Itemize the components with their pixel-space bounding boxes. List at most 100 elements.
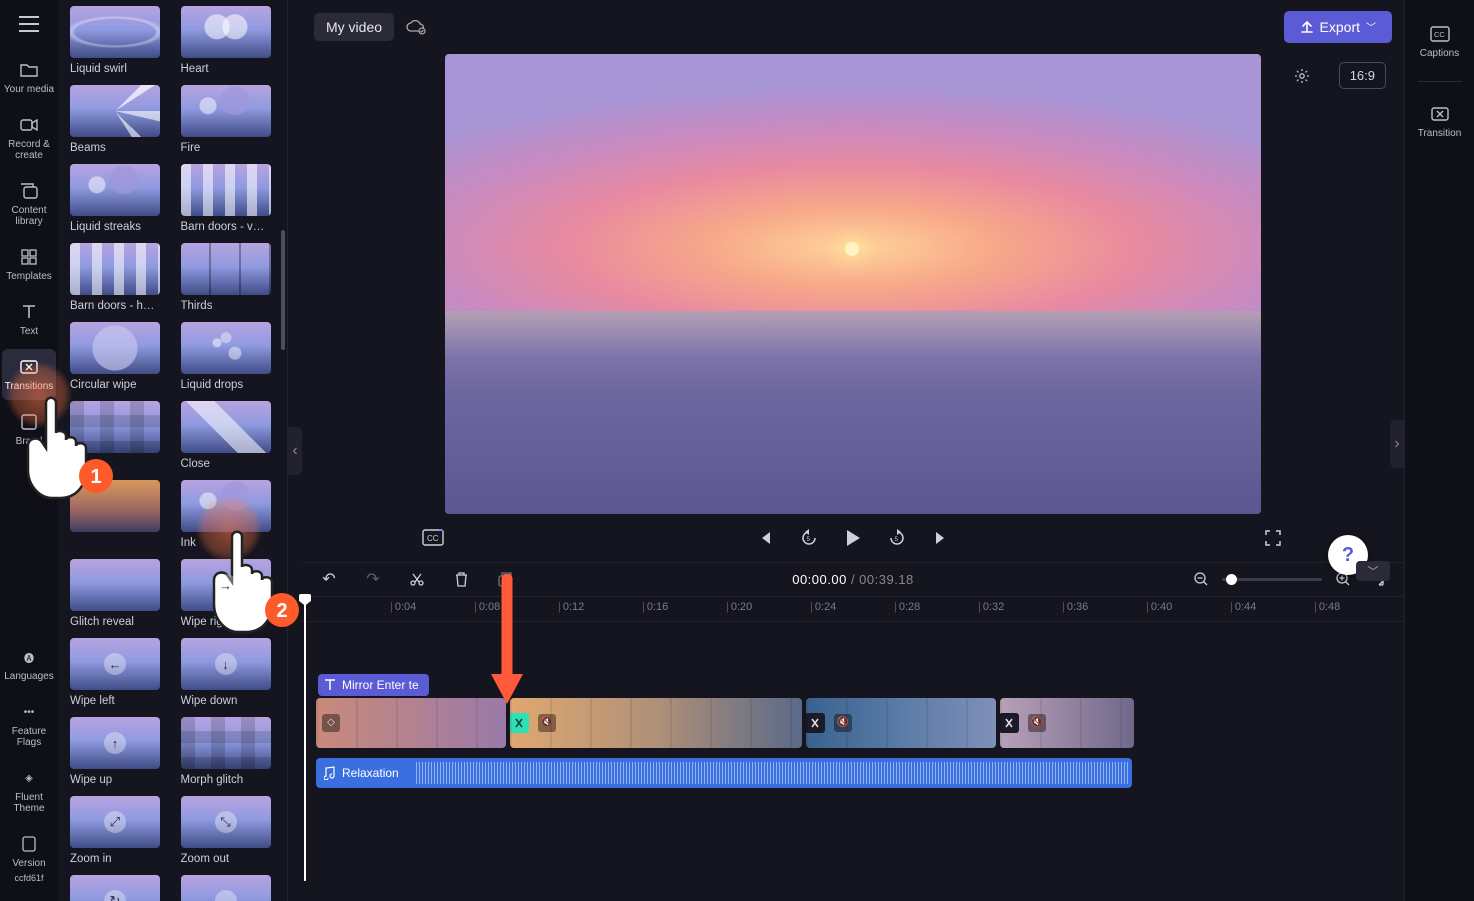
sidebar-item-content-library[interactable]: Content library bbox=[2, 173, 56, 235]
export-button[interactable]: Export ﹀ bbox=[1284, 11, 1392, 43]
video-name-field[interactable]: My video bbox=[314, 13, 394, 41]
transition-card[interactable]: Beams bbox=[70, 85, 169, 154]
transition-thumb[interactable]: ⤡ bbox=[181, 796, 271, 848]
clip-fx-icon[interactable]: ◇ bbox=[322, 714, 340, 732]
zoom-slider[interactable] bbox=[1222, 578, 1322, 581]
transition-thumb[interactable] bbox=[70, 243, 160, 295]
transition-card[interactable]: Fire bbox=[181, 85, 280, 154]
transitions-panel[interactable]: Liquid swirlHeartBeamsFireLiquid streaks… bbox=[58, 0, 288, 901]
transition-thumb[interactable]: ↑ bbox=[70, 717, 160, 769]
transition-card[interactable] bbox=[70, 480, 169, 549]
transition-card[interactable]: Tiles bbox=[70, 401, 169, 470]
transition-thumb[interactable] bbox=[181, 243, 271, 295]
video-preview[interactable] bbox=[445, 54, 1261, 514]
video-track: ◇ 🔇 🔇 🔇 bbox=[316, 698, 1390, 748]
transition-thumb[interactable] bbox=[70, 559, 160, 611]
sidebar-item-brand[interactable]: Brand bbox=[2, 404, 56, 455]
clip-mute-icon[interactable]: 🔇 bbox=[1028, 714, 1046, 732]
transition-card[interactable]: → bbox=[181, 875, 280, 901]
redo-button[interactable]: ↷ bbox=[360, 566, 386, 592]
svg-text:CC: CC bbox=[1434, 30, 1445, 39]
play-button[interactable] bbox=[840, 525, 866, 551]
transition-card[interactable]: Glitch reveal bbox=[70, 559, 169, 628]
transition-thumb[interactable]: → bbox=[181, 875, 271, 901]
sync-status-icon[interactable] bbox=[406, 17, 426, 37]
transition-thumb[interactable] bbox=[70, 6, 160, 58]
transition-thumb[interactable] bbox=[70, 401, 160, 453]
transition-card[interactable]: →Wipe right bbox=[181, 559, 280, 628]
skip-start-button[interactable] bbox=[752, 525, 778, 551]
transition-thumb[interactable] bbox=[181, 164, 271, 216]
transition-card[interactable]: Barn doors - ve… bbox=[181, 164, 280, 233]
transition-thumb[interactable] bbox=[181, 480, 271, 532]
transition-thumb[interactable] bbox=[181, 85, 271, 137]
step-back-button[interactable]: 5 bbox=[796, 525, 822, 551]
sidebar-item-text[interactable]: Text bbox=[2, 294, 56, 345]
timeline-ruler[interactable]: |0:04|0:08|0:12|0:16|0:20|0:24|0:28|0:32… bbox=[302, 597, 1404, 622]
text-clip[interactable]: Mirror Enter te bbox=[318, 674, 429, 696]
transition-card[interactable]: ←Wipe left bbox=[70, 638, 169, 707]
right-panel-expand-button[interactable]: › bbox=[1390, 420, 1404, 468]
hamburger-menu[interactable] bbox=[15, 10, 43, 38]
transition-thumb[interactable]: ⤢ bbox=[70, 796, 160, 848]
transition-card[interactable]: Ink bbox=[181, 480, 280, 549]
right-rail-transition[interactable]: Transition bbox=[1408, 96, 1472, 147]
expand-properties-button[interactable]: ﹀ bbox=[1356, 561, 1390, 581]
transition-thumb[interactable]: ← bbox=[70, 638, 160, 690]
transition-thumb[interactable] bbox=[181, 401, 271, 453]
transition-thumb[interactable] bbox=[181, 6, 271, 58]
collapse-button[interactable]: ‹ bbox=[288, 427, 302, 475]
transition-card[interactable]: ↻ bbox=[70, 875, 169, 901]
sidebar-item-feature-flags[interactable]: ••• Feature Flags bbox=[2, 694, 56, 756]
sidebar-item-languages[interactable]: 🅐 Languages bbox=[2, 639, 56, 690]
transition-card[interactable]: Thirds bbox=[181, 243, 280, 312]
captions-toggle-button[interactable]: CC bbox=[420, 525, 446, 551]
scrollbar-thumb[interactable] bbox=[281, 230, 285, 350]
step-forward-button[interactable]: 5 bbox=[884, 525, 910, 551]
transition-card[interactable]: ↓Wipe down bbox=[181, 638, 280, 707]
clip-mute-icon[interactable]: 🔇 bbox=[834, 714, 852, 732]
transition-card[interactable]: ⤢Zoom in bbox=[70, 796, 169, 865]
transition-card[interactable]: ⤡Zoom out bbox=[181, 796, 280, 865]
transition-card[interactable]: Morph glitch bbox=[181, 717, 280, 786]
transition-thumb[interactable]: ↻ bbox=[70, 875, 160, 901]
clip-mute-icon[interactable]: 🔇 bbox=[538, 714, 556, 732]
sidebar-item-record-create[interactable]: Record & create bbox=[2, 107, 56, 169]
sidebar-item-your-media[interactable]: Your media bbox=[2, 52, 56, 103]
fullscreen-button[interactable] bbox=[1260, 525, 1286, 551]
split-button[interactable] bbox=[404, 566, 430, 592]
sidebar-item-transitions[interactable]: Transitions bbox=[2, 349, 56, 400]
skip-end-button[interactable] bbox=[928, 525, 954, 551]
duplicate-button[interactable] bbox=[492, 566, 518, 592]
transition-thumb[interactable] bbox=[70, 322, 160, 374]
sidebar-item-fluent-theme[interactable]: ◈ Fluent Theme bbox=[2, 760, 56, 822]
transition-card[interactable]: Heart bbox=[181, 6, 280, 75]
transition-card[interactable]: Liquid streaks bbox=[70, 164, 169, 233]
video-clip-3[interactable]: 🔇 bbox=[806, 698, 996, 748]
transition-card[interactable]: ↑Wipe up bbox=[70, 717, 169, 786]
video-clip-1[interactable]: ◇ bbox=[316, 698, 506, 748]
video-clip-2[interactable]: 🔇 bbox=[510, 698, 802, 748]
transition-thumb[interactable]: ↓ bbox=[181, 638, 271, 690]
video-clip-4[interactable]: 🔇 bbox=[1000, 698, 1134, 748]
delete-button[interactable] bbox=[448, 566, 474, 592]
sidebar-item-templates[interactable]: Templates bbox=[2, 239, 56, 290]
transition-thumb[interactable] bbox=[181, 322, 271, 374]
music-icon bbox=[324, 766, 336, 780]
transition-card[interactable]: Close bbox=[181, 401, 280, 470]
transition-card[interactable]: Barn doors - h… bbox=[70, 243, 169, 312]
undo-button[interactable]: ↶ bbox=[316, 566, 342, 592]
timeline[interactable]: Mirror Enter te ◇ 🔇 🔇 bbox=[302, 622, 1404, 901]
right-rail-captions[interactable]: CC Captions bbox=[1408, 16, 1472, 67]
zoom-out-button[interactable] bbox=[1188, 566, 1214, 592]
audio-clip[interactable]: Relaxation bbox=[316, 758, 1132, 788]
sidebar-item-version[interactable]: Version ccfd61f bbox=[2, 826, 56, 891]
transition-thumb[interactable]: → bbox=[181, 559, 271, 611]
transition-thumb[interactable] bbox=[70, 480, 160, 532]
transition-thumb[interactable] bbox=[70, 85, 160, 137]
transition-card[interactable]: Circular wipe bbox=[70, 322, 169, 391]
transition-thumb[interactable] bbox=[181, 717, 271, 769]
transition-card[interactable]: Liquid swirl bbox=[70, 6, 169, 75]
transition-thumb[interactable] bbox=[70, 164, 160, 216]
transition-card[interactable]: Liquid drops bbox=[181, 322, 280, 391]
